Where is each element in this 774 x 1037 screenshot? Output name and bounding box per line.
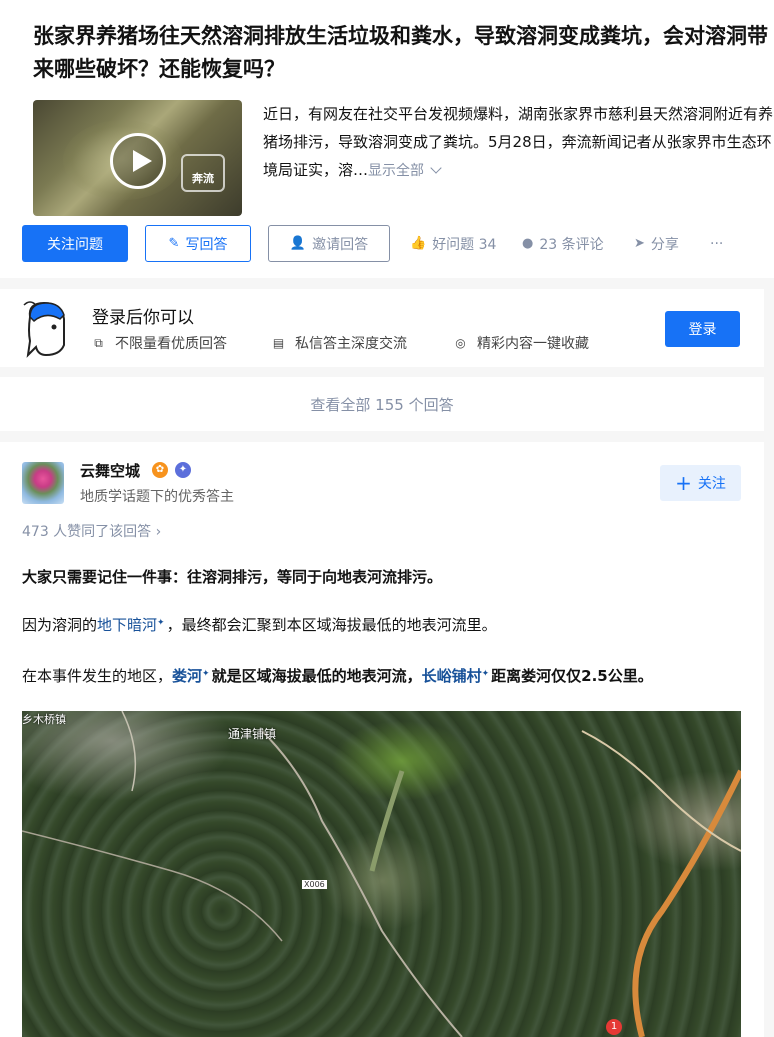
question-actions: 关注问题 ✎ 写回答 👤 邀请回答 👍 好问题 34 ● 23 条评论 ➤ 分享 ··· [22,225,772,262]
video-thumbnail[interactable]: 奔流 [33,100,242,216]
search-spark-icon: ✦ [157,618,165,628]
author-name[interactable]: 云舞空城 [80,460,140,481]
answer-paragraph-3: 在本事件发生的地区，娄河✦ 就是区域海拔最低的地表河流，长峪铺村✦ 距离娄河仅仅2.… [22,667,653,685]
free-badge-icon: ◎ [455,335,466,350]
message-icon: ▤ [272,335,285,350]
comments-button[interactable]: ● 23 条评论 [522,225,604,262]
map-label-town: 通津铺镇 [228,727,277,741]
chevron-down-icon[interactable] [430,162,442,174]
show-all-link[interactable]: 显示全部 [368,163,424,179]
answer-card: 云舞空城 ✿ ✦ 地质学话题下的优秀答主 + 关注 473 人赞同了该回答 › 大… [0,442,764,1037]
login-button[interactable]: 登录 [665,311,740,347]
verified-badge-icon[interactable]: ✦ [175,462,191,478]
changyupu-link[interactable]: 长峪铺村 [422,667,482,685]
perk-collect: ◎ 精彩内容一键收藏 [453,333,589,353]
play-icon[interactable] [110,133,166,189]
invite-answer-button[interactable]: 👤 邀请回答 [268,225,390,262]
copy-icon: ⧉ [94,335,103,350]
pencil-icon: ✎ [168,236,180,251]
login-prompt-card: 登录后你可以 ⧉ 不限量看优质回答 ▤ 私信答主深度交流 ◎ 精彩内容一键收藏 登录 [0,289,764,367]
thumbs-up-icon: 👍 [410,236,427,251]
video-watermark: 奔流 [181,154,225,192]
search-spark-icon: ✦ [202,669,210,679]
perk-unlimited-answers: ⧉ 不限量看优质回答 [91,333,227,353]
add-user-icon: 👤 [289,236,307,251]
login-title: 登录后你可以 [92,308,194,328]
louhe-link[interactable]: 娄河 [172,667,202,685]
write-answer-button[interactable]: ✎ 写回答 [145,225,251,262]
excerpt-text: 近日，有网友在社交平台发视频爆料，湖南张家界市慈利县天然溶洞附近有养猪场排污，导… [263,105,774,179]
share-button[interactable]: ➤ 分享 [634,225,679,262]
map-pin-icon[interactable]: 1 [606,1019,622,1035]
share-icon: ➤ [634,236,645,251]
map-label-top-left: 乡木桥镇 [22,713,66,726]
question-title[interactable]: 张家界养猪场往天然溶洞排放生活垃圾和粪水，导致溶洞变成粪坑，会对溶洞带来哪些破坏… [33,20,768,86]
answer-paragraph-1: 大家只需要记住一件事：往溶洞排污，等同于向地表河流排污。 [22,568,443,586]
perk-private-message: ▤ 私信答主深度交流 [272,335,407,353]
answer-paragraph-2: 因为溶洞的地下暗河✦ ，最终都会汇聚到本区域海拔最低的地表河流里。 [22,616,497,634]
more-icon: ··· [710,235,724,252]
map-label-road: X006 [302,880,327,889]
view-all-answers-link[interactable]: 查看全部 155 个回答 [0,377,764,431]
author-description: 地质学话题下的优秀答主 [80,489,234,505]
avatar[interactable] [22,462,64,504]
follow-author-button[interactable]: + 关注 [660,465,741,501]
underground-river-link[interactable]: 地下暗河 [97,616,157,634]
satellite-map-image[interactable]: 乡木桥镇 通津铺镇 X006 1 [22,711,741,1037]
more-button[interactable]: ··· [710,225,723,262]
follow-question-button[interactable]: 关注问题 [22,225,128,262]
excellent-answerer-badge-icon[interactable]: ✿ [152,462,168,478]
plus-icon: + [675,471,692,495]
map-features [22,711,741,1037]
good-question-button[interactable]: 👍 好问题 34 [410,225,496,262]
question-excerpt: 近日，有网友在社交平台发视频爆料，湖南张家界市慈利县天然溶洞附近有养猪场排污，导… [263,100,773,185]
comment-icon: ● [522,236,534,251]
mascot-icon [23,301,65,358]
question-header: 张家界养猪场往天然溶洞排放生活垃圾和粪水，导致溶洞变成粪坑，会对溶洞带来哪些破坏… [0,0,774,278]
voters-count-link[interactable]: 473 人赞同了该回答 › [22,521,161,541]
search-spark-icon: ✦ [481,669,490,679]
